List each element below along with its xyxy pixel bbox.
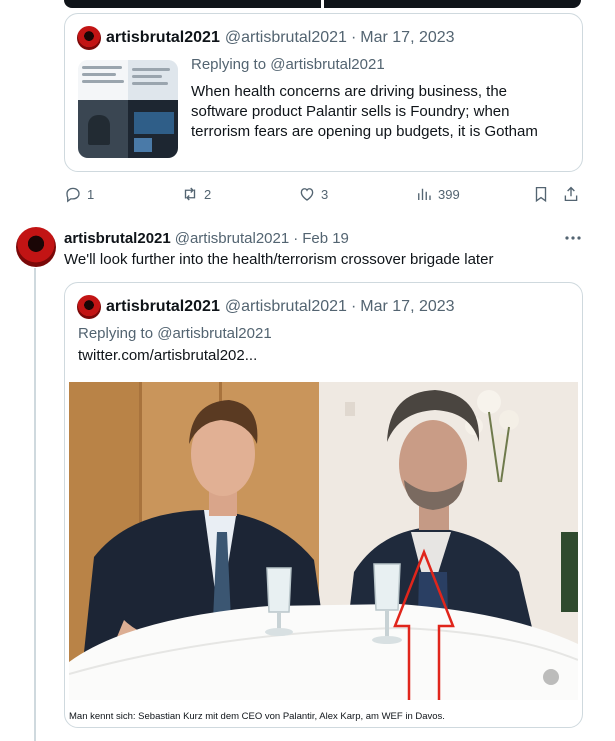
image-caption: Man kennt sich: Sebastian Kurz mit dem C… [69,711,445,722]
tweet-header: artisbrutal2021 @artisbrutal2021 · Feb 1… [64,228,349,248]
display-name: artisbrutal2021 [106,29,220,46]
tweet-actions: 1 2 3 399 [64,184,584,204]
thread-connector [34,268,36,741]
reply-count: 1 [87,186,95,202]
tweet-photo[interactable] [69,382,578,700]
retweet-button[interactable]: 2 [181,184,211,204]
media-thumbnail[interactable] [78,60,178,158]
share-icon [564,186,578,202]
retweet-count: 2 [204,186,212,202]
separator: · [293,229,299,247]
quoted-tweet-card[interactable]: artisbrutal2021 @artisbrutal2021 · Mar 1… [64,282,583,728]
replying-to[interactable]: Replying to @artisbrutal2021 [191,56,385,73]
avatar [77,295,101,319]
display-name: artisbrutal2021 [106,298,220,315]
handle: @artisbrutal2021 [224,29,347,46]
views-icon [418,188,431,200]
previous-media-edge[interactable] [64,0,581,8]
like-button[interactable]: 3 [298,184,328,204]
display-name[interactable]: artisbrutal2021 [64,230,171,247]
separator: · [350,298,357,315]
timestamp[interactable]: Feb 19 [302,230,349,247]
tweet-link[interactable]: twitter.com/artisbrutal202... [78,347,257,364]
quoted-tweet-header: artisbrutal2021 @artisbrutal2021 · Mar 1… [77,26,455,50]
reply-button[interactable]: 1 [64,184,94,204]
more-icon [565,236,581,240]
quoted-tweet-header: artisbrutal2021 @artisbrutal2021 · Mar 1… [77,295,455,319]
retweet-icon [184,187,196,201]
handle[interactable]: @artisbrutal2021 [175,230,289,247]
bookmark-button[interactable] [532,184,550,204]
timestamp: Mar 17, 2023 [360,29,455,46]
tweet-text: When health concerns are driving busines… [191,83,538,140]
more-button[interactable] [563,228,583,248]
separator: · [350,29,357,46]
share-button[interactable] [562,184,580,204]
avatar[interactable] [16,227,56,267]
replying-to[interactable]: Replying to @artisbrutal2021 [78,325,272,342]
tweet-text: We'll look further into the health/terro… [64,251,494,268]
handle: @artisbrutal2021 [224,298,347,315]
views-button[interactable]: 399 [415,184,460,204]
quoted-tweet-card[interactable]: artisbrutal2021 @artisbrutal2021 · Mar 1… [64,13,583,172]
timestamp: Mar 17, 2023 [360,298,455,315]
bookmark-icon [535,186,547,203]
reply-icon [66,187,80,203]
like-count: 3 [321,186,329,202]
like-icon [300,188,314,201]
photo-illustration [69,382,578,700]
views-count: 399 [438,186,460,202]
avatar [77,26,101,50]
